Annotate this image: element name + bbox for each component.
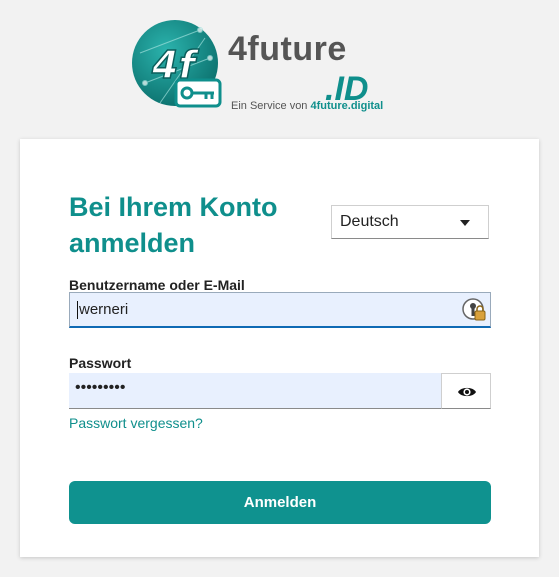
brand-name: 4future: [228, 30, 347, 68]
login-button[interactable]: Anmelden: [69, 481, 491, 524]
eye-icon: [458, 387, 476, 397]
password-label: Passwort: [69, 355, 132, 371]
page-title: Bei Ihrem Konto anmelden: [69, 192, 278, 258]
brand-logo-mark: 4f: [132, 20, 222, 108]
caret-down-icon: [460, 220, 470, 226]
username-label: Benutzername oder E-Mail: [69, 277, 245, 293]
tagline-prefix: Ein Service von: [231, 100, 308, 112]
language-selected-label: Deutsch: [340, 213, 399, 230]
password-value: •••••••••: [75, 379, 126, 396]
username-value: werneri: [77, 301, 129, 319]
brand-logo: 4f 4future .ID Ein Service von 4future.d…: [130, 18, 400, 118]
password-field[interactable]: •••••••••: [69, 373, 441, 409]
password-manager-icon[interactable]: [462, 298, 486, 322]
brand-tagline: Ein Service von 4future.digital: [231, 100, 383, 112]
show-password-button[interactable]: [441, 373, 491, 409]
tagline-brand: 4future.digital: [310, 100, 384, 112]
login-card: Bei Ihrem Konto anmelden Deutsch Benutze…: [20, 139, 539, 557]
language-select[interactable]: Deutsch: [331, 205, 489, 239]
username-field[interactable]: werneri: [69, 292, 491, 328]
forgot-password-link[interactable]: Passwort vergessen?: [69, 415, 203, 431]
